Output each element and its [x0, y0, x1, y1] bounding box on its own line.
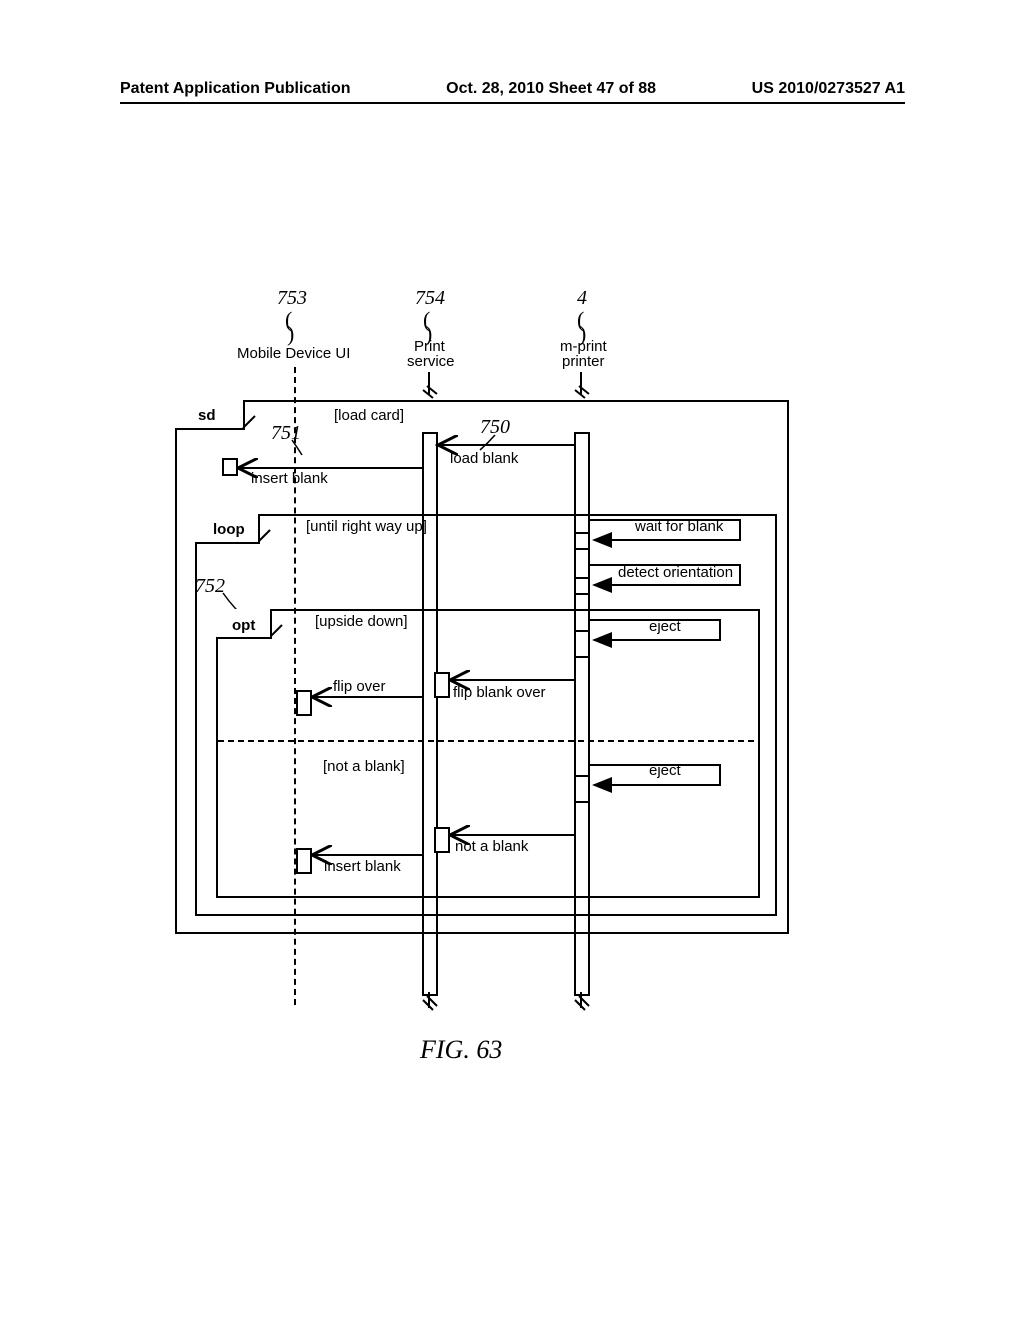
- exec-box-mobile-flip: [296, 690, 312, 716]
- guard-upside-down: [upside down]: [315, 613, 408, 630]
- sequence-diagram: 753 ( ) 754 ( ) 4 ( ) Mobile Device UI P…: [0, 0, 1024, 1320]
- page-root: Patent Application Publication Oct. 28, …: [0, 0, 1024, 1320]
- exec-box-mprint-eject2: [574, 775, 590, 803]
- msg-not-a-blank: not a blank: [455, 838, 528, 855]
- ref-750: 750: [480, 416, 510, 439]
- exec-box-print-notblank: [434, 827, 450, 853]
- guard-not-blank: [not a blank]: [323, 758, 405, 775]
- msg-wait-for-blank: wait for blank: [635, 518, 723, 535]
- paren-icon: ): [287, 321, 294, 347]
- lifeline-print-top-stub: [428, 372, 430, 394]
- exec-box-mprint-detect: [574, 577, 590, 595]
- exec-box-mobile-1: [222, 458, 238, 476]
- lifeline-mobile-label: Mobile Device UI: [237, 345, 350, 362]
- exec-box-mprint-wait: [574, 532, 590, 550]
- sd-label: sd: [198, 407, 216, 424]
- msg-insert-blank-2: insert blank: [324, 858, 401, 875]
- exec-box-print-flip: [434, 672, 450, 698]
- msg-eject-2: eject: [649, 762, 681, 779]
- figure-caption: FIG. 63: [420, 1035, 502, 1065]
- lifeline-mprint-top-stub: [580, 372, 582, 394]
- lifeline-print-service-bottom: service: [407, 353, 455, 370]
- lifeline-mprint-bottom: printer: [562, 353, 605, 370]
- lifeline-mprint-bottom-stub: [580, 992, 582, 1008]
- exec-box-mobile-insert2: [296, 848, 312, 874]
- msg-flip-over: flip over: [333, 678, 386, 695]
- lifeline-print-bottom-stub: [428, 992, 430, 1008]
- ref-751: 751: [271, 422, 301, 445]
- loop-label: loop: [213, 521, 245, 538]
- msg-detect-orientation: detect orientation: [618, 564, 733, 581]
- guard-until-right: [until right way up]: [306, 518, 427, 535]
- msg-insert-blank: insert blank: [251, 470, 328, 487]
- msg-load-blank: load blank: [450, 450, 518, 467]
- exec-box-mprint-eject1: [574, 630, 590, 658]
- opt-label: opt: [232, 617, 255, 634]
- ref-752: 752: [195, 575, 225, 598]
- opt-divider: [218, 740, 754, 742]
- guard-load-card: [load card]: [334, 407, 404, 424]
- msg-flip-blank-over: flip blank over: [453, 684, 546, 701]
- msg-eject-1: eject: [649, 618, 681, 635]
